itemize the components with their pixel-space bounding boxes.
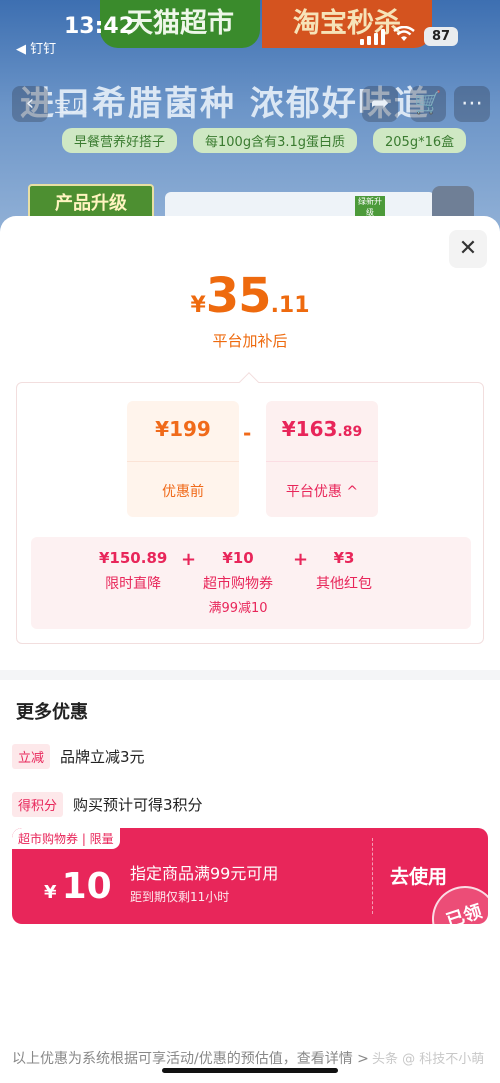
- supermarket-coupon[interactable]: 超市购物券 | 限量 ¥ 10 指定商品满99元可用 距到期仅剩11小时 去使用…: [12, 828, 488, 924]
- plus-sign: +: [293, 549, 309, 570]
- promo-text: 品牌立减3元: [60, 747, 145, 766]
- discount-name: 其他红包: [316, 576, 372, 592]
- platform-discount-label: 平台优惠: [285, 484, 342, 500]
- home-indicator: [162, 1068, 338, 1073]
- before-price-value: ¥199: [155, 417, 211, 441]
- more-offers-title: 更多优惠: [16, 702, 88, 723]
- chevron-up-icon: ^: [346, 484, 359, 500]
- promo-tag: 立减: [12, 743, 51, 769]
- cart-icon[interactable]: 🛒: [410, 86, 446, 122]
- product-tag: 每100g含有3.1g蛋白质: [193, 128, 358, 153]
- coupon-value: 10: [61, 866, 112, 907]
- nav-back-button[interactable]: ‹ 宝贝: [12, 86, 88, 122]
- back-arrow-icon: ‹: [12, 86, 48, 122]
- breakdown-notch: [239, 372, 259, 392]
- coupon-expire: 距到期仅剩11小时: [130, 890, 230, 904]
- more-icon[interactable]: ⋯: [454, 86, 490, 122]
- final-price-caption: 平台加补后: [212, 332, 288, 350]
- final-price-integer: 35: [205, 268, 272, 324]
- share-icon[interactable]: ➦: [362, 86, 398, 122]
- product-tag: 早餐营养好搭子: [62, 128, 178, 153]
- coupon-currency-symbol: ¥: [44, 882, 57, 903]
- wifi-icon: [393, 25, 415, 47]
- discount-item-limited: ¥150.89 限时直降: [99, 549, 167, 593]
- final-price-decimal: .11: [270, 293, 310, 318]
- before-price-card: ¥199 优惠前: [127, 401, 239, 517]
- discount-note: 满99减10: [208, 601, 268, 616]
- card-divider: [127, 461, 239, 462]
- discount-amount: ¥150.89: [99, 549, 168, 567]
- battery-icon: 87: [424, 27, 458, 46]
- back-to-app-link[interactable]: ◀ 钉钉: [16, 38, 56, 57]
- card-divider: [266, 461, 378, 462]
- watermark: 头条 @ 科技不小萌: [372, 1052, 485, 1067]
- promo-tag: 得积分: [12, 791, 64, 817]
- discount-breakdown-box: ¥150.89 限时直降 + ¥10 超市购物券 满99减10 + ¥3 其他红…: [31, 537, 471, 629]
- platform-discount-card[interactable]: ¥163.89 平台优惠 ^: [266, 401, 378, 517]
- plus-sign: +: [181, 549, 197, 570]
- status-time: 13:42: [64, 14, 135, 39]
- coupon-condition: 指定商品满99元可用: [130, 864, 279, 883]
- signal-icon: [360, 29, 385, 45]
- platform-discount-value: ¥163.89: [266, 417, 378, 441]
- coupon-badge: 超市购物券 | 限量: [12, 828, 120, 849]
- currency-symbol: ¥: [190, 293, 206, 318]
- price-detail-sheet: ✕ ¥35.11 平台加补后 ¥199 优惠前 - ¥163.89 平台优惠 ^…: [0, 216, 500, 1083]
- platform-discount-decimal: .89: [337, 424, 363, 440]
- product-tag: 205g*16盒: [373, 128, 467, 153]
- discount-amount: ¥3: [333, 549, 355, 567]
- product-tags: 早餐营养好搭子 每100g含有3.1g蛋白质 205g*16盒: [62, 128, 467, 153]
- minus-sign: -: [243, 421, 252, 445]
- coupon-separator: [372, 838, 373, 914]
- use-coupon-button[interactable]: 去使用: [390, 862, 447, 889]
- close-button[interactable]: ✕: [449, 230, 487, 268]
- discount-item-redpacket: ¥3 其他红包: [316, 549, 372, 593]
- final-price: ¥35.11: [0, 268, 500, 324]
- platform-discount-integer: ¥163: [281, 417, 338, 441]
- status-bar: 13:42 ◀ 钉钉 87: [0, 0, 500, 60]
- section-divider: [0, 670, 500, 680]
- discount-amount: ¥10: [222, 549, 254, 567]
- discount-name: 超市购物券: [203, 576, 273, 592]
- footer-details-link[interactable]: 以上优惠为系统根据可享活动/优惠的预估值，查看详情 >: [12, 1048, 369, 1068]
- discount-name: 限时直降: [105, 576, 162, 592]
- coupon-amount: ¥ 10: [44, 866, 112, 907]
- promo-text: 购买预计可得3积分: [73, 795, 203, 814]
- nav-back-label: 宝贝: [54, 96, 88, 117]
- promo-row-points: 得积分 购买预计可得3积分: [12, 790, 203, 818]
- platform-discount-toggle[interactable]: 平台优惠 ^: [266, 481, 378, 501]
- promo-row-discount: 立减 品牌立减3元: [12, 742, 145, 770]
- before-price-label: 优惠前: [162, 484, 204, 500]
- price-breakdown: ¥199 优惠前 - ¥163.89 平台优惠 ^ ¥150.89 限时直降 +…: [16, 372, 484, 644]
- discount-item-coupon: ¥10 超市购物券 满99减10: [203, 549, 273, 616]
